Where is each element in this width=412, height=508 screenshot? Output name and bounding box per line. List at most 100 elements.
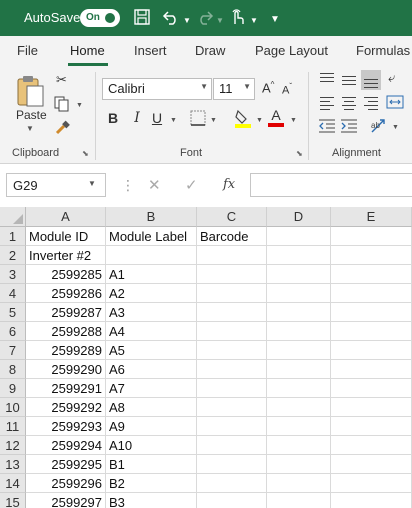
cell-d11[interactable]: [267, 417, 331, 436]
row-header[interactable]: 7: [0, 341, 26, 360]
tab-file[interactable]: File: [17, 43, 38, 58]
cell-b11[interactable]: A9: [106, 417, 197, 436]
borders-dropdown-icon[interactable]: ▼: [210, 117, 217, 124]
cell-a13[interactable]: 2599295: [26, 455, 106, 474]
decrease-indent-icon[interactable]: [318, 118, 336, 137]
formula-bar-grip-icon[interactable]: ⋮: [121, 177, 135, 194]
font-name-select[interactable]: Calibri ▼: [102, 78, 212, 100]
cell-a11[interactable]: 2599293: [26, 417, 106, 436]
align-center-icon[interactable]: [339, 93, 359, 113]
cell-b2[interactable]: [106, 246, 197, 265]
bold-button[interactable]: B: [104, 110, 122, 126]
cell-e14[interactable]: [331, 474, 412, 493]
row-header[interactable]: 14: [0, 474, 26, 493]
row-header[interactable]: 6: [0, 322, 26, 341]
row-header[interactable]: 12: [0, 436, 26, 455]
column-header-a[interactable]: A: [26, 207, 106, 227]
cell-d10[interactable]: [267, 398, 331, 417]
underline-dropdown-icon[interactable]: ▼: [170, 117, 177, 124]
align-left-icon[interactable]: [317, 93, 337, 113]
wrap-text-icon[interactable]: ⤶: [388, 70, 395, 86]
cell-d3[interactable]: [267, 265, 331, 284]
insert-function-icon[interactable]: fx: [223, 177, 235, 192]
select-all-button[interactable]: [0, 207, 26, 227]
cell-e6[interactable]: [331, 322, 412, 341]
row-header[interactable]: 15: [0, 493, 26, 508]
increase-indent-icon[interactable]: [340, 118, 358, 137]
formula-input[interactable]: [250, 173, 412, 197]
cell-c6[interactable]: [197, 322, 267, 341]
cell-b15[interactable]: B3: [106, 493, 197, 508]
save-icon[interactable]: [133, 8, 151, 31]
cell-b10[interactable]: A8: [106, 398, 197, 417]
middle-align-icon[interactable]: [339, 70, 359, 90]
cell-a8[interactable]: 2599290: [26, 360, 106, 379]
clipboard-launcher-icon[interactable]: ⬊: [82, 149, 89, 158]
italic-button[interactable]: I: [128, 110, 146, 126]
cell-b3[interactable]: A1: [106, 265, 197, 284]
cell-e12[interactable]: [331, 436, 412, 455]
cell-e7[interactable]: [331, 341, 412, 360]
cell-d1[interactable]: [267, 227, 331, 246]
font-launcher-icon[interactable]: ⬊: [296, 149, 303, 158]
cell-c9[interactable]: [197, 379, 267, 398]
format-painter-icon[interactable]: [54, 120, 70, 139]
cell-b13[interactable]: B1: [106, 455, 197, 474]
font-color-icon[interactable]: A: [268, 108, 284, 127]
cell-d13[interactable]: [267, 455, 331, 474]
column-header-c[interactable]: C: [197, 207, 267, 227]
row-header[interactable]: 13: [0, 455, 26, 474]
orientation-dropdown-icon[interactable]: ▼: [392, 124, 399, 131]
cell-d6[interactable]: [267, 322, 331, 341]
cell-e5[interactable]: [331, 303, 412, 322]
cell-c8[interactable]: [197, 360, 267, 379]
cell-b4[interactable]: A2: [106, 284, 197, 303]
cell-a4[interactable]: 2599286: [26, 284, 106, 303]
cell-a6[interactable]: 2599288: [26, 322, 106, 341]
cut-icon[interactable]: ✂: [56, 72, 67, 88]
row-header[interactable]: 3: [0, 265, 26, 284]
copy-dropdown-icon[interactable]: ▼: [76, 102, 83, 109]
cell-c2[interactable]: [197, 246, 267, 265]
cell-e4[interactable]: [331, 284, 412, 303]
cell-e13[interactable]: [331, 455, 412, 474]
cell-e10[interactable]: [331, 398, 412, 417]
cell-d14[interactable]: [267, 474, 331, 493]
name-box-dropdown-icon[interactable]: ▼: [88, 179, 96, 188]
cancel-icon[interactable]: ✕: [148, 176, 161, 194]
paste-dropdown-icon[interactable]: ▼: [26, 124, 34, 133]
tab-insert[interactable]: Insert: [134, 43, 167, 58]
cell-c11[interactable]: [197, 417, 267, 436]
cell-c13[interactable]: [197, 455, 267, 474]
cell-c10[interactable]: [197, 398, 267, 417]
paste-icon[interactable]: [16, 74, 46, 108]
underline-button[interactable]: U: [148, 110, 166, 126]
tab-formulas[interactable]: Formulas: [356, 43, 410, 58]
cell-a1[interactable]: Module ID: [26, 227, 106, 246]
touch-mode-icon[interactable]: [228, 8, 246, 31]
cell-c4[interactable]: [197, 284, 267, 303]
cell-c7[interactable]: [197, 341, 267, 360]
cell-d2[interactable]: [267, 246, 331, 265]
cell-d7[interactable]: [267, 341, 331, 360]
row-header[interactable]: 10: [0, 398, 26, 417]
column-header-e[interactable]: E: [331, 207, 412, 227]
cell-d8[interactable]: [267, 360, 331, 379]
cell-e1[interactable]: [331, 227, 412, 246]
cell-a10[interactable]: 2599292: [26, 398, 106, 417]
cell-c1[interactable]: Barcode: [197, 227, 267, 246]
undo-dropdown-icon[interactable]: ▼: [183, 12, 191, 30]
cell-c14[interactable]: [197, 474, 267, 493]
column-header-b[interactable]: B: [106, 207, 197, 227]
customize-icon[interactable]: ▼: [270, 11, 280, 29]
top-align-icon[interactable]: [317, 70, 337, 90]
cell-b14[interactable]: B2: [106, 474, 197, 493]
copy-icon[interactable]: [54, 96, 70, 115]
cell-a14[interactable]: 2599296: [26, 474, 106, 493]
cell-a7[interactable]: 2599289: [26, 341, 106, 360]
cell-d9[interactable]: [267, 379, 331, 398]
spreadsheet-grid[interactable]: A B C D E 1 Module ID Module Label Barcode 2 Inver…: [0, 207, 412, 508]
tab-home[interactable]: Home: [70, 43, 105, 58]
cell-b6[interactable]: A4: [106, 322, 197, 341]
cell-b7[interactable]: A5: [106, 341, 197, 360]
